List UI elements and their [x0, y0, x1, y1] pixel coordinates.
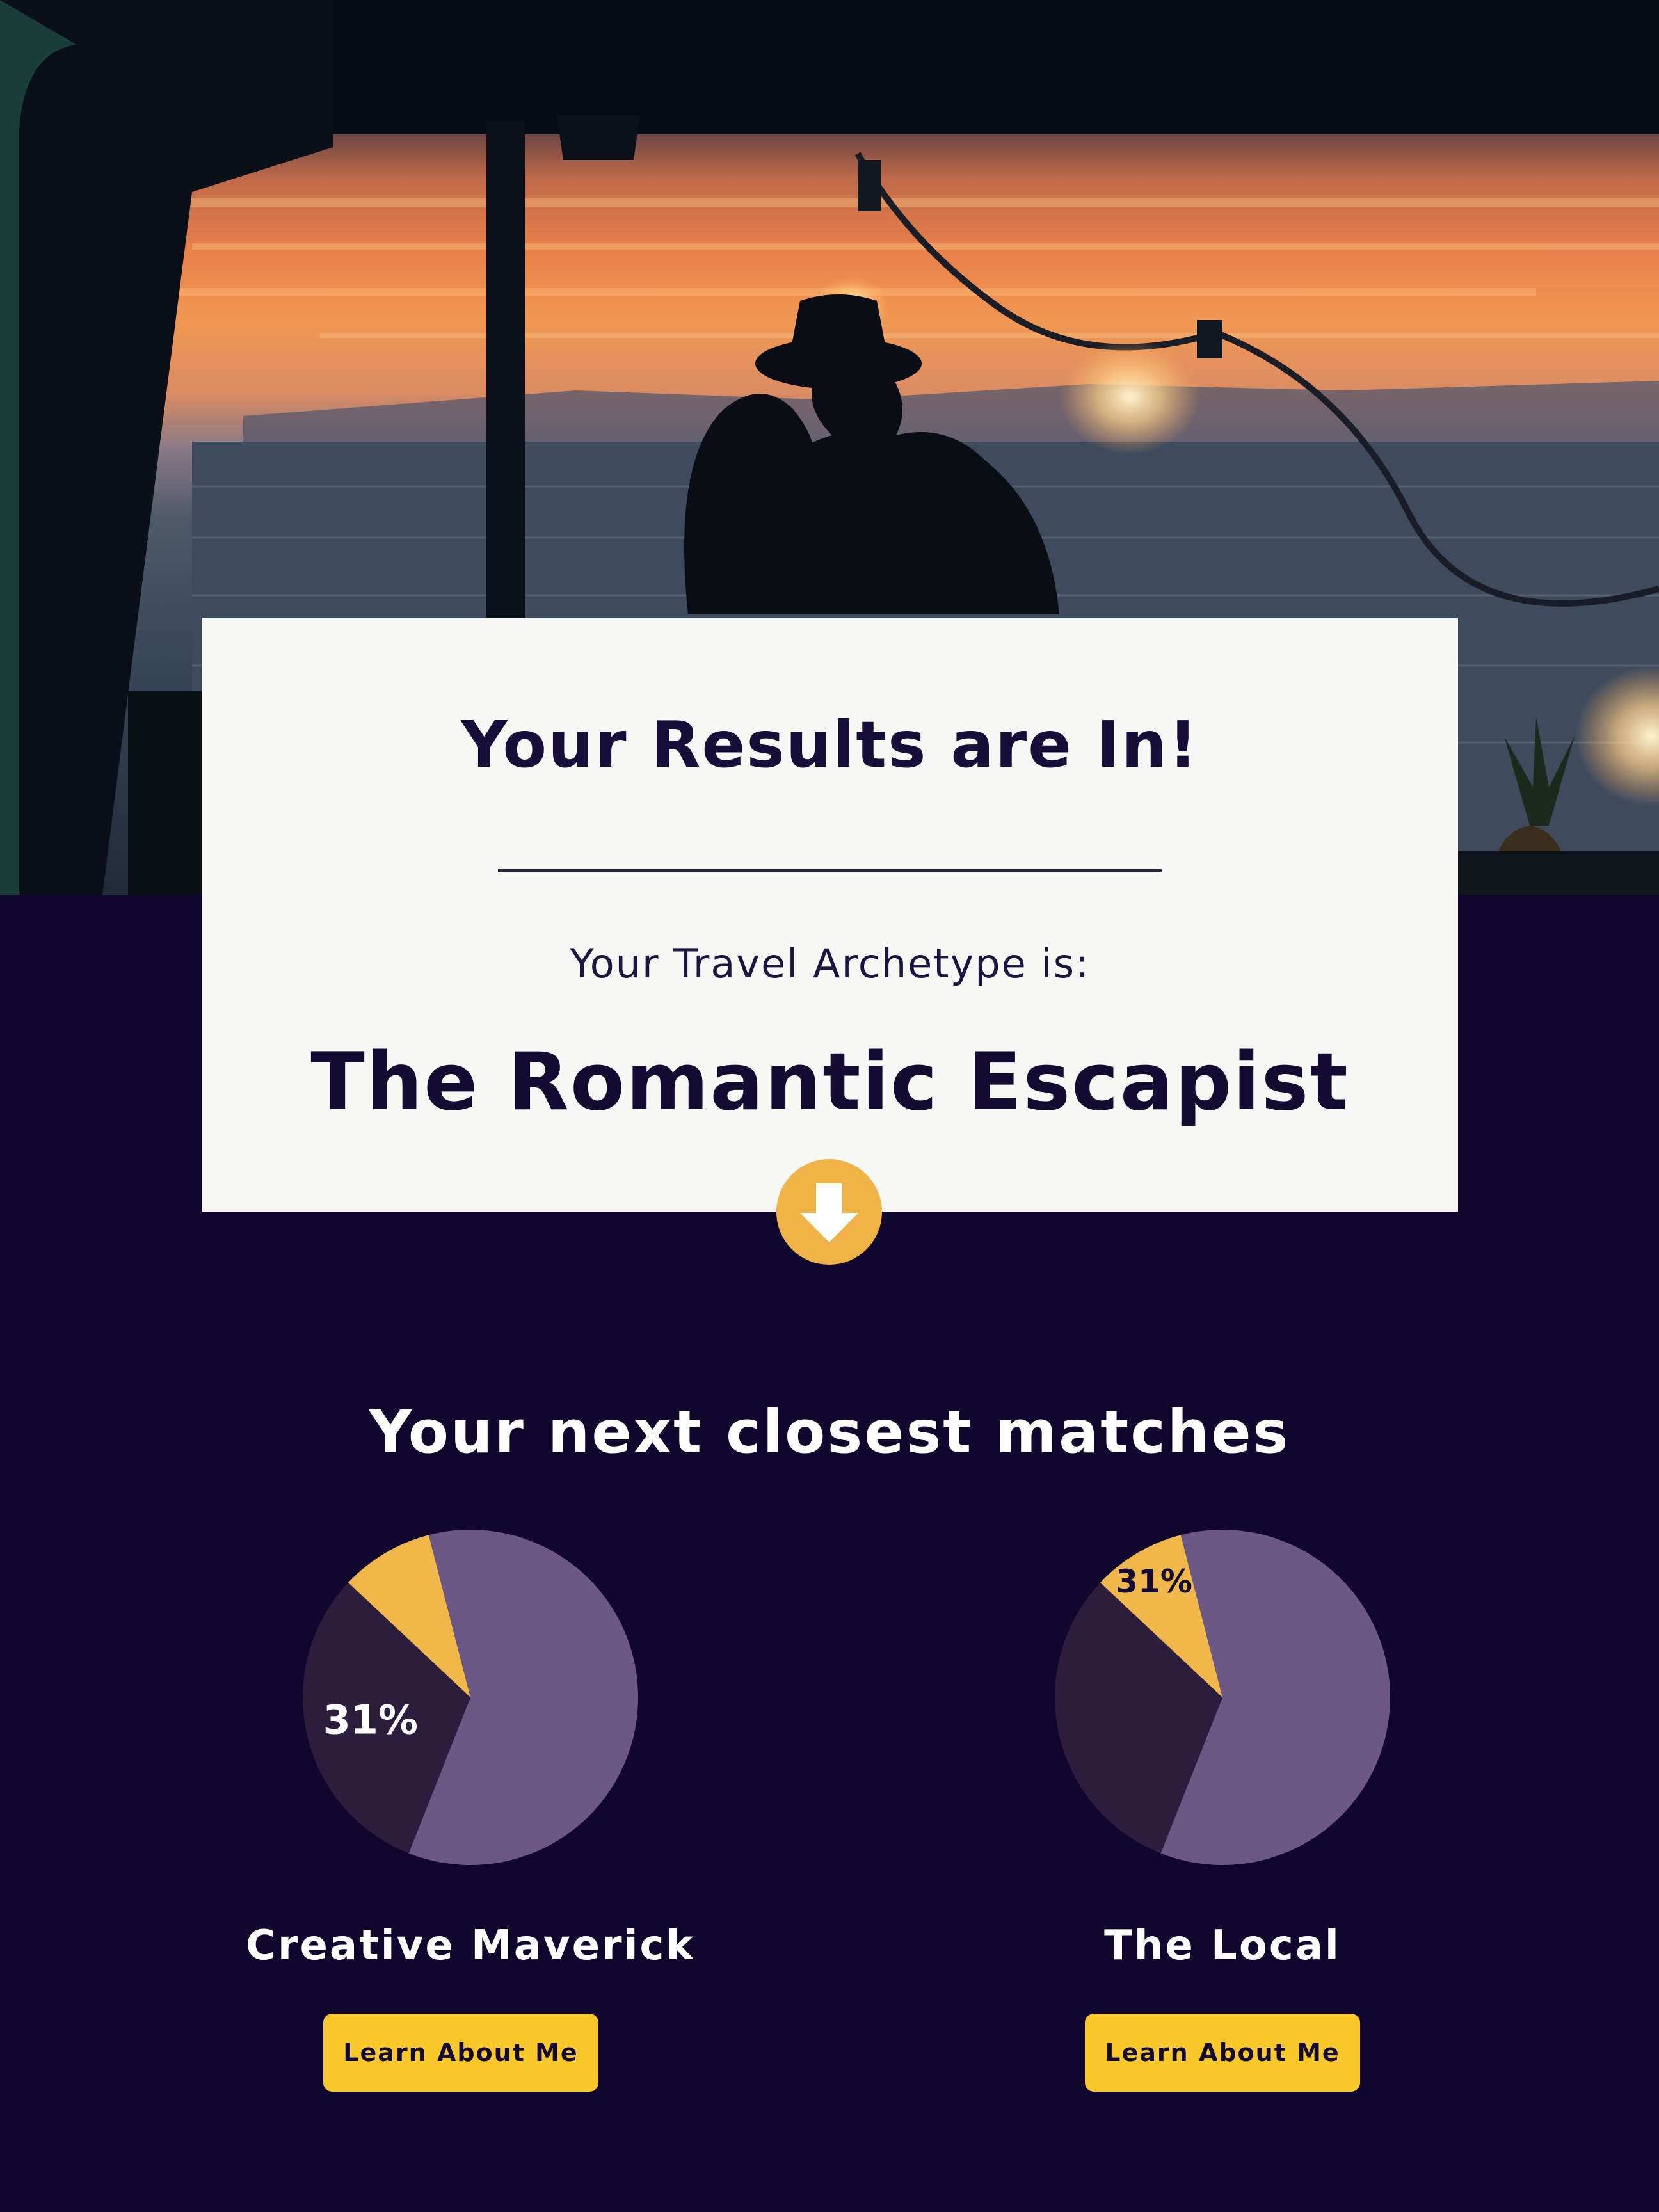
learn-about-me-button[interactable]: Learn About Me [323, 2014, 598, 2092]
divider [498, 869, 1162, 872]
match-pie-chart: 31% [1055, 1530, 1390, 1865]
matches-title: Your next closest matches [369, 1398, 1290, 1466]
match-pie-chart: 31% [303, 1530, 638, 1865]
pie-slice-label: 31% [1116, 1563, 1192, 1600]
match-name: Creative Maverick [245, 1922, 696, 1969]
pie-slice-label: 31% [323, 1696, 418, 1743]
result-card: Your Results are In! Your Travel Archety… [202, 618, 1458, 1212]
archetype-name: The Romantic Escapist [310, 1036, 1349, 1128]
archetype-intro: Your Travel Archetype is: [570, 940, 1090, 987]
match-card-creative-maverick: 31% Creative Maverick Learn About Me [221, 1530, 720, 2093]
results-heading: Your Results are In! [461, 707, 1199, 782]
match-card-the-local: 31% The Local Learn About Me [973, 1530, 1472, 2093]
match-name: The Local [1104, 1922, 1341, 1969]
arrow-down-circle-icon[interactable] [776, 1159, 882, 1265]
learn-about-me-button[interactable]: Learn About Me [1085, 2014, 1360, 2092]
